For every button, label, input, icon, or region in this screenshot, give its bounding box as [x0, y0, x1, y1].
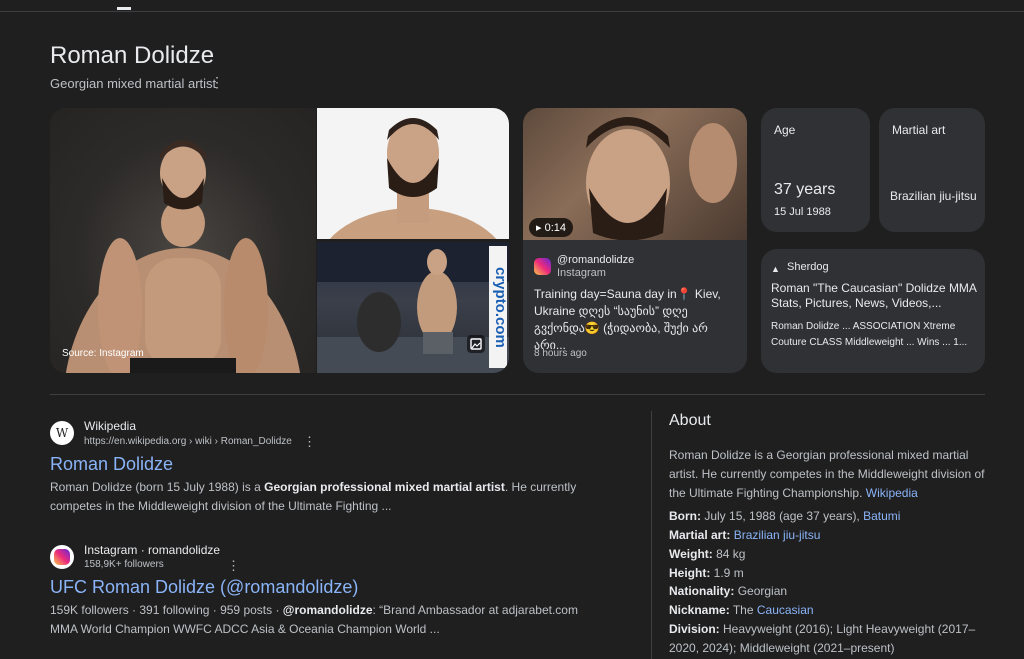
about-value: 84 kg [716, 547, 746, 561]
sherdog-title[interactable]: Roman "The Caucasian" Dolidze MMA Stats,… [771, 281, 979, 311]
about-row-nickname: Nickname: The Caucasian [669, 601, 989, 620]
about-value: 1.9 m [713, 566, 744, 580]
about-key: Born: [669, 509, 701, 523]
fighter-photo-illustration [65, 140, 301, 373]
octagon-photo[interactable]: crypto.com [317, 242, 509, 373]
result-site-name[interactable]: Instagram · romandolidze [84, 543, 220, 557]
result-url[interactable]: https://en.wikipedia.org › wiki › Roman_… [84, 436, 292, 447]
video-duration-badge: ▸ 0:14 [529, 218, 573, 237]
image-source-caption: Source: Instagram [62, 348, 144, 359]
about-heading: About [669, 412, 711, 429]
result-title[interactable]: Roman Dolidze [50, 454, 173, 475]
page-title: Roman Dolidze [50, 42, 215, 69]
fact-label: Martial art [892, 123, 946, 137]
about-key: Nickname: [669, 603, 730, 617]
about-key: Nationality: [669, 584, 735, 598]
instagram-favicon [50, 545, 74, 569]
top-tab-bar [0, 0, 1024, 12]
sherdog-icon: ▲ [771, 264, 780, 274]
column-divider [651, 411, 652, 659]
fact-value: Brazilian jiu-jitsu [890, 189, 977, 203]
sherdog-snippet: Roman Dolidze ... ASSOCIATION Xtreme Cou… [771, 321, 968, 348]
portrait-photo[interactable] [317, 108, 509, 239]
instagram-source: Instagram [557, 267, 606, 279]
image-search-icon-glyph [470, 338, 482, 350]
nickname-link[interactable]: Caucasian [757, 603, 814, 617]
about-key: Weight: [669, 547, 713, 561]
instagram-video-card[interactable]: ▸ 0:14 @romandolidze Instagram Training … [523, 108, 747, 373]
octagon-illustration [317, 242, 509, 373]
about-text: Roman Dolidze is a Georgian professional… [669, 448, 985, 500]
about-source-link[interactable]: Wikipedia [866, 486, 918, 500]
about-key: Martial art: [669, 528, 731, 542]
instagram-handle: @romandolidze [557, 254, 635, 266]
about-description: Roman Dolidze is a Georgian professional… [669, 446, 991, 503]
main-photo[interactable]: Source: Instagram [50, 108, 316, 373]
fact-date: 15 Jul 1988 [774, 206, 831, 218]
fact-card-age[interactable]: Age 37 years 15 Jul 1988 [761, 108, 870, 232]
fact-card-martial-art[interactable]: Martial art Brazilian jiu-jitsu [879, 108, 985, 232]
about-key: Division: [669, 622, 720, 636]
about-row-martial-art: Martial art: Brazilian jiu-jitsu [669, 526, 989, 545]
fact-label: Age [774, 123, 796, 137]
result-url: 158,9K+ followers [84, 559, 164, 570]
sherdog-source: Sherdog [787, 261, 829, 273]
snippet-highlight: Georgian professional mixed martial arti… [264, 480, 505, 494]
result-snippet: Roman Dolidze (born 15 July 1988) is a G… [50, 478, 610, 516]
snippet-text: Roman Dolidze (born 15 July 1988) is a [50, 480, 265, 494]
more-options-icon[interactable]: ⋮ [210, 74, 224, 90]
result-menu-icon[interactable]: ⋮ [227, 558, 240, 574]
sponsor-sign-text: crypto.com [492, 266, 509, 348]
about-value: The [732, 603, 754, 617]
fact-value: 37 years [774, 181, 836, 198]
about-key: Height: [669, 566, 711, 580]
about-row-born: Born: July 15, 1988 (age 37 years), Batu… [669, 507, 989, 526]
result-menu-icon[interactable]: ⋮ [303, 434, 316, 450]
image-search-icon[interactable] [467, 335, 485, 353]
portrait-illustration [329, 118, 497, 239]
video-thumbnail[interactable]: ▸ 0:14 [523, 108, 747, 241]
page-subtitle: Georgian mixed martial artist [50, 76, 217, 91]
instagram-icon [534, 258, 551, 275]
wikipedia-favicon: W [50, 421, 74, 445]
snippet-highlight: @romandolidze [282, 603, 373, 617]
about-row-division: Division: Heavyweight (2016); Light Heav… [669, 620, 989, 658]
snippet-text: 159K followers · 391 following · 959 pos… [50, 603, 283, 617]
instagram-post-text: Training day=Sauna day in📍 Kiev, Ukraine… [534, 287, 721, 352]
instagram-post-time: 8 hours ago [534, 348, 587, 359]
active-tab-indicator [117, 7, 131, 10]
martial-art-link[interactable]: Brazilian jiu-jitsu [734, 528, 821, 542]
birthplace-link[interactable]: Batumi [863, 509, 900, 523]
sherdog-card[interactable]: ▲ Sherdog Roman "The Caucasian" Dolidze … [761, 249, 985, 373]
result-site-name[interactable]: Wikipedia [84, 419, 136, 433]
result-snippet: 159K followers · 391 following · 959 pos… [50, 601, 590, 639]
section-divider [50, 394, 985, 395]
result-title[interactable]: UFC Roman Dolidze (@romandolidze) [50, 577, 358, 598]
about-row-weight: Weight: 84 kg [669, 545, 989, 564]
about-value: July 15, 1988 (age 37 years), [704, 509, 860, 523]
about-value: Georgian [737, 584, 788, 598]
about-row-nationality: Nationality: Georgian [669, 582, 989, 601]
about-row-height: Height: 1.9 m [669, 564, 989, 583]
instagram-icon [54, 549, 70, 565]
